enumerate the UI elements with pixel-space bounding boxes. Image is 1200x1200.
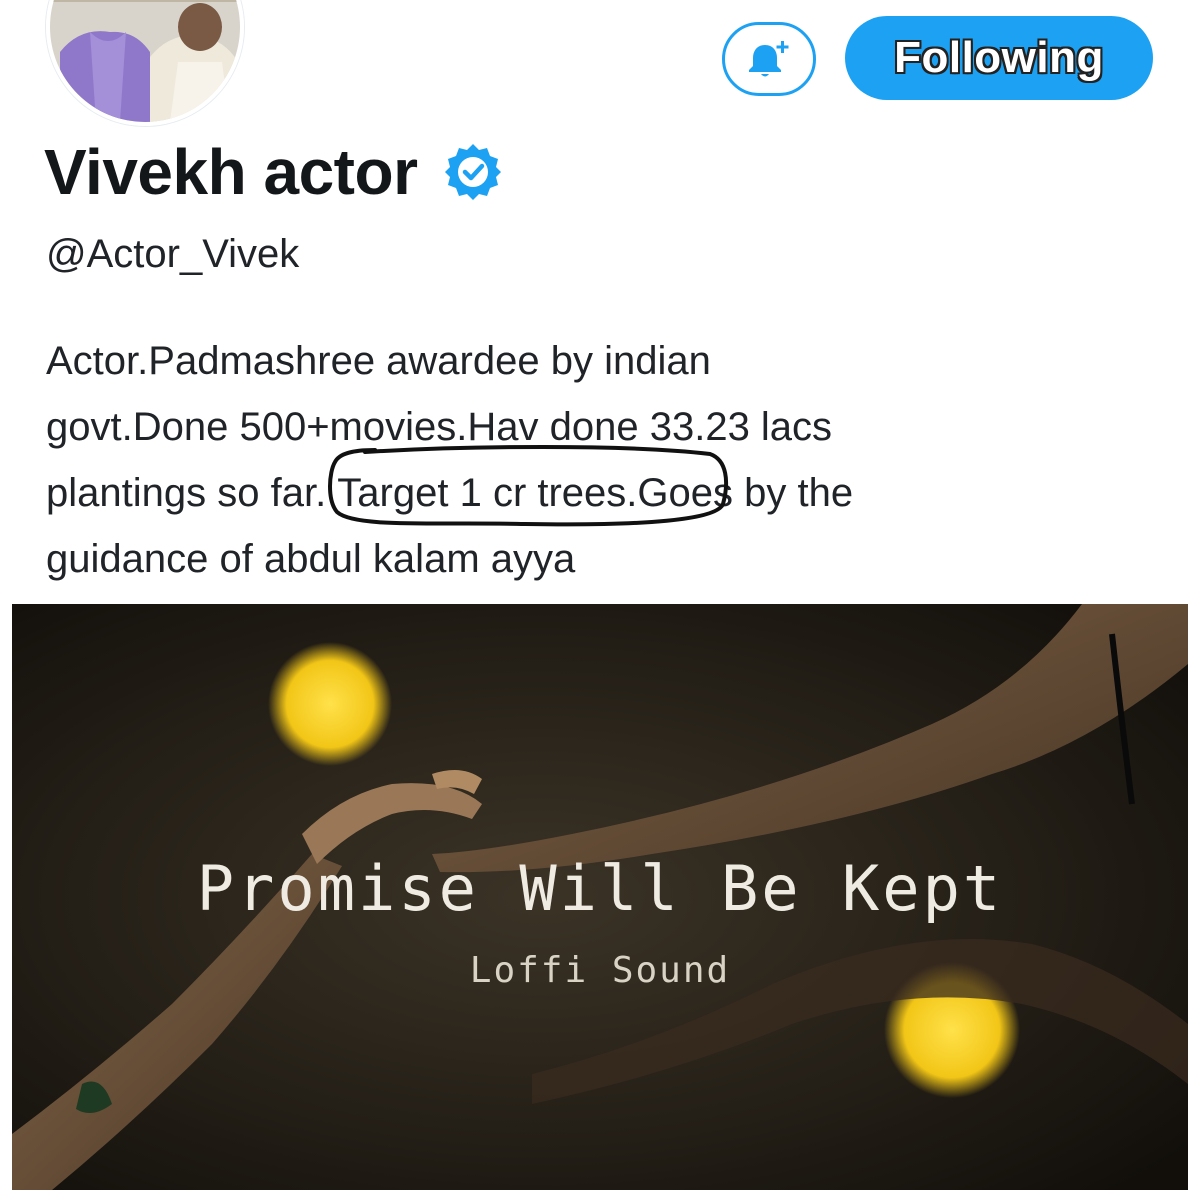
bio-text: Goes by the xyxy=(637,471,854,515)
bell-plus-icon xyxy=(749,41,789,77)
bio-line: govt.Done 500+movies.Hav done 33.23 lacs xyxy=(46,405,833,449)
profile-handle: @Actor_Vivek xyxy=(46,232,300,276)
track-artist: Loffi Sound xyxy=(469,950,731,991)
profile-bio: Actor.Padmashree awardee by indian govt.… xyxy=(46,328,1166,592)
display-name: Vivekh actor xyxy=(44,136,418,208)
notifications-button[interactable] xyxy=(722,22,816,96)
following-label: Following xyxy=(894,33,1104,82)
following-button[interactable]: Following xyxy=(845,16,1153,100)
profile-avatar[interactable] xyxy=(46,0,244,126)
name-row: Vivekh actor xyxy=(44,130,503,214)
verified-badge-icon xyxy=(443,142,503,202)
bio-line: Actor.Padmashree awardee by indian xyxy=(46,339,711,383)
bio-text: plantings so far. xyxy=(46,471,338,515)
bokeh-light xyxy=(268,642,392,766)
track-title: Promise Will Be Kept xyxy=(196,852,1004,925)
bio-line: guidance of abdul kalam ayya xyxy=(46,537,576,581)
profile-page: Following Vivekh actor @Actor_Vivek Acto… xyxy=(0,0,1200,1200)
media-card[interactable]: Promise Will Be Kept Loffi Sound xyxy=(12,604,1188,1190)
avatar-photo xyxy=(50,0,240,122)
target-text: Target 1 cr trees. xyxy=(337,471,638,515)
circled-target-text: Target 1 cr trees. xyxy=(328,445,729,527)
bio-line: plantings so far. Target 1 cr trees. Goes… xyxy=(46,445,1166,527)
